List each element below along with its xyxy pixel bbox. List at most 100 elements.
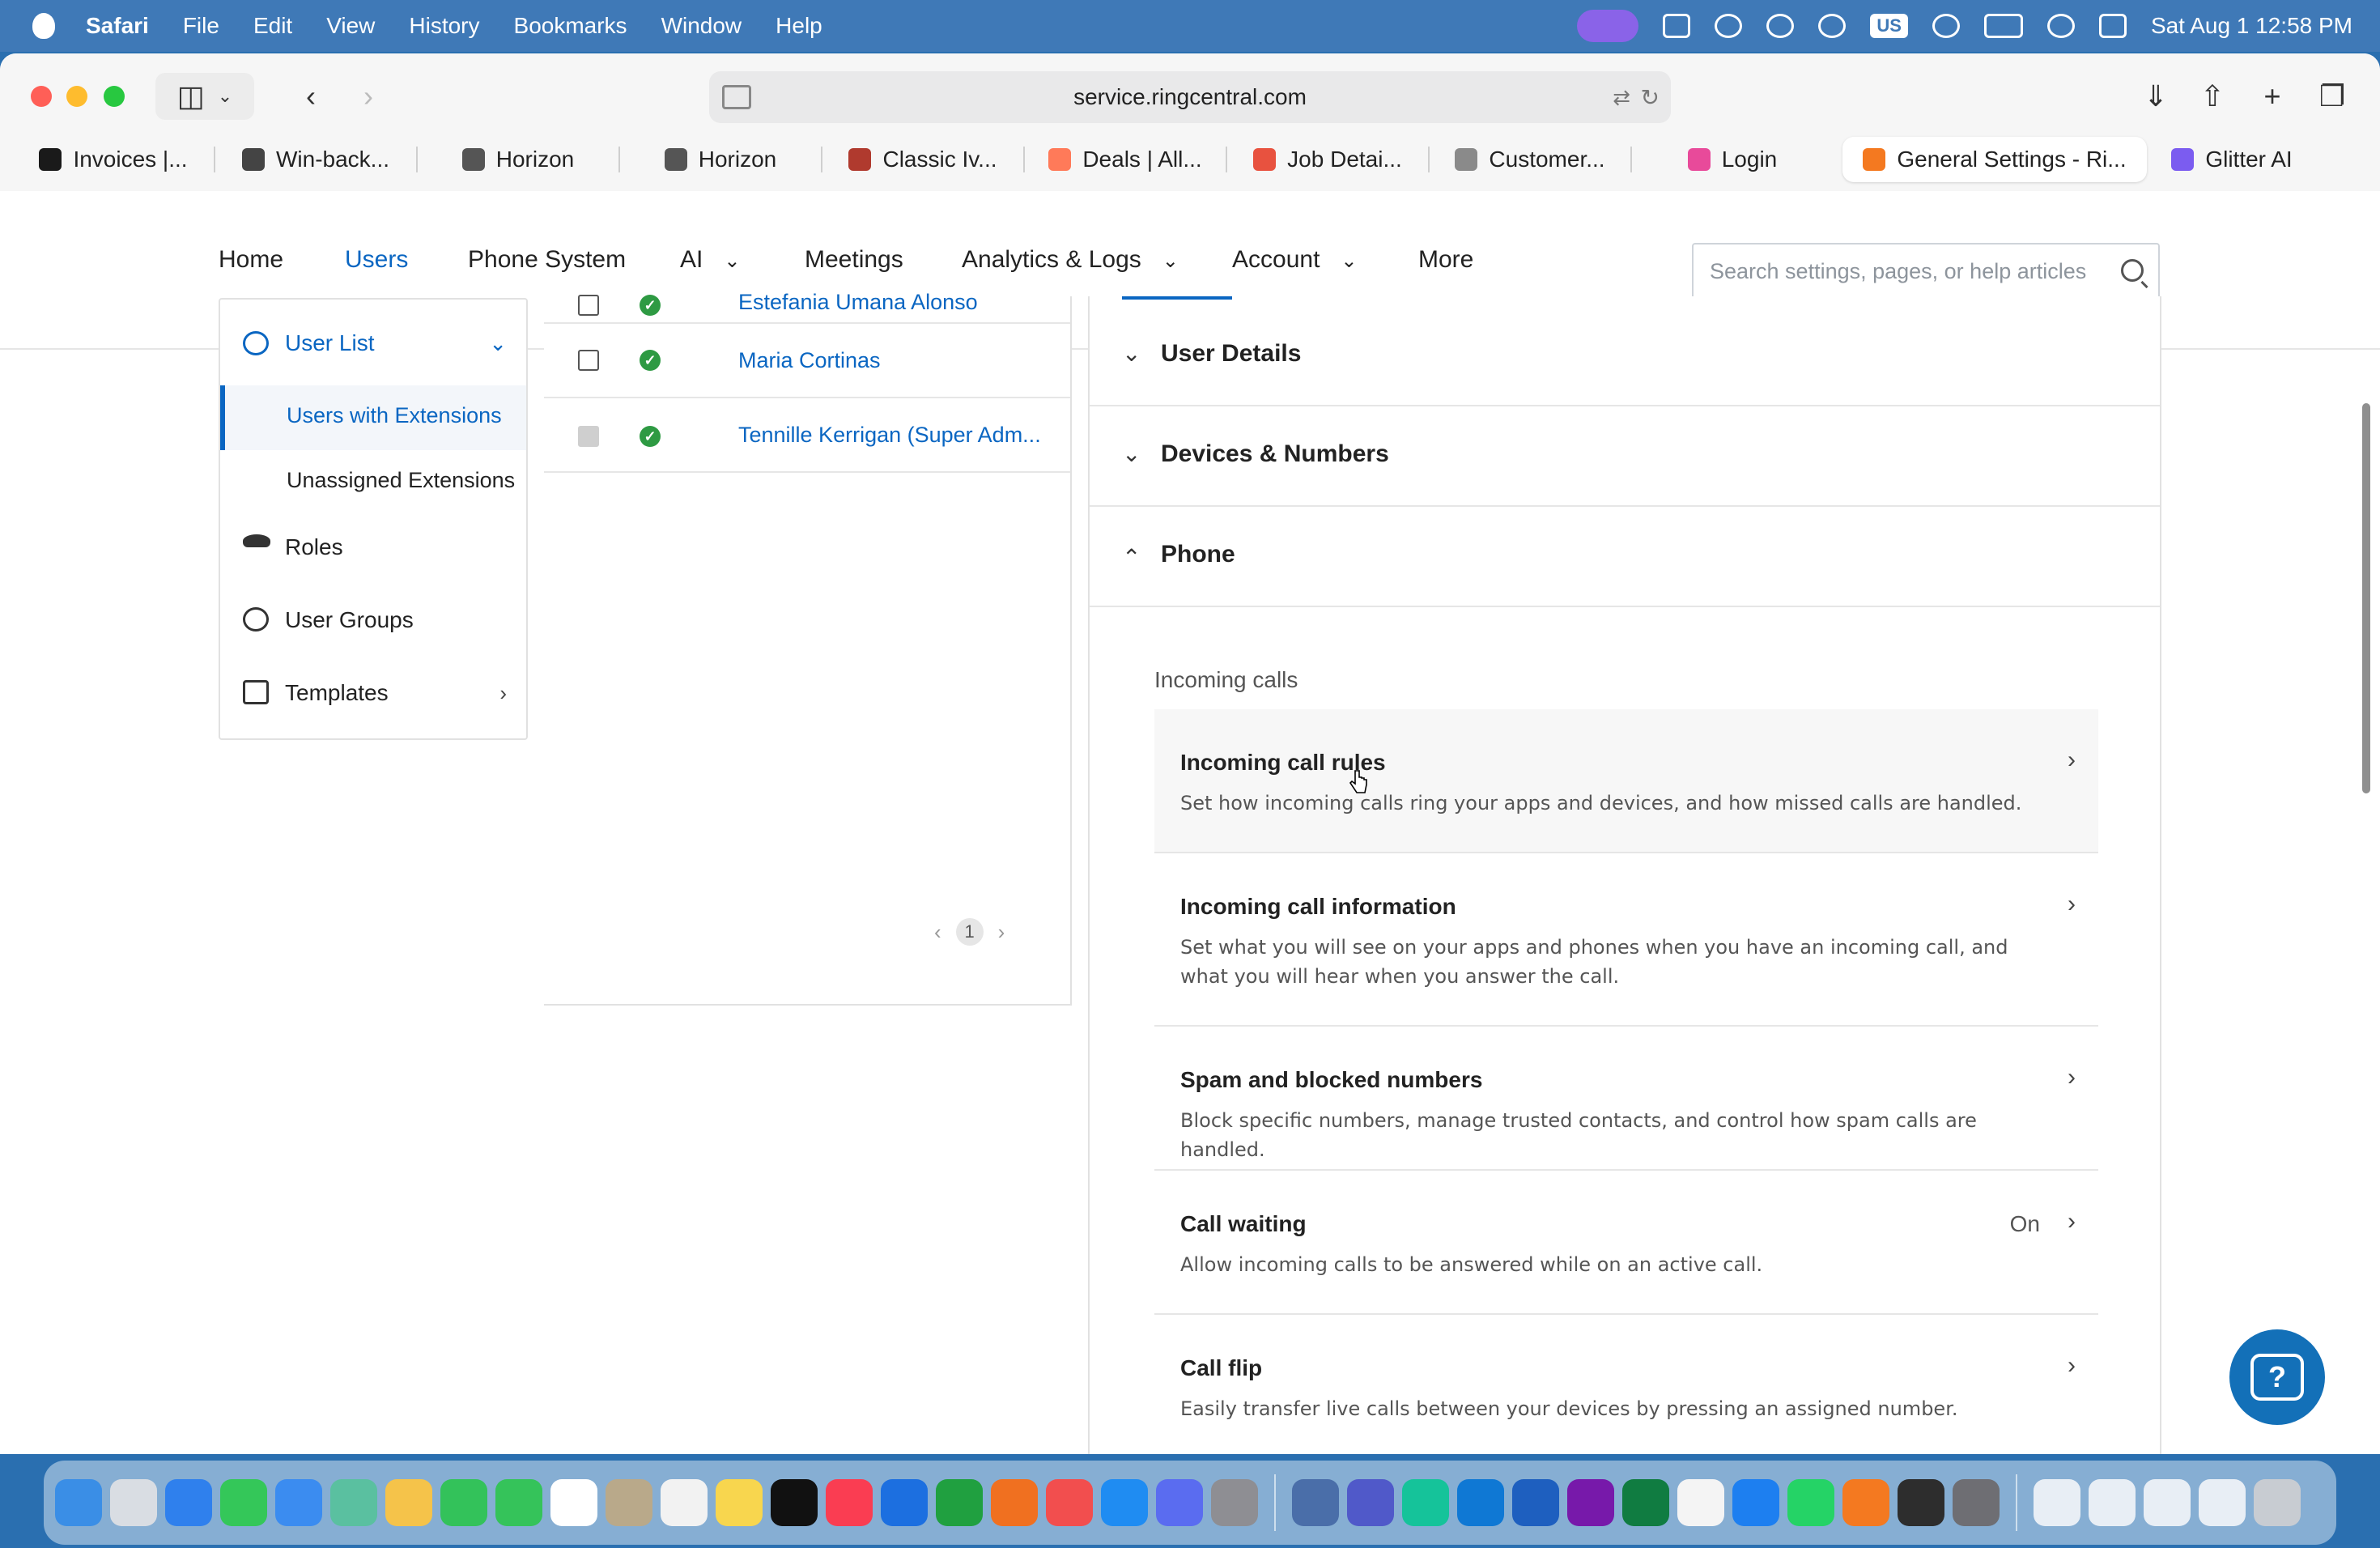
photos-icon[interactable] (385, 1479, 432, 1526)
user-name-link[interactable]: Maria Cortinas (738, 348, 1062, 373)
accordion-user-details[interactable]: ⌄ User Details (1090, 306, 2160, 406)
browser-tab-10[interactable]: Glitter AI (2147, 137, 2317, 182)
row-checkbox[interactable] (578, 350, 599, 371)
translate-icon[interactable]: ⇄ (1613, 85, 1630, 110)
onenote-icon[interactable] (1567, 1479, 1614, 1526)
browser-tab-3[interactable]: Horizon (620, 137, 821, 182)
menu-file[interactable]: File (183, 13, 219, 39)
nav-account[interactable]: Account ⌄ (1232, 246, 1358, 274)
pagination-page[interactable]: 1 (955, 918, 984, 946)
phone-icon[interactable] (495, 1479, 542, 1526)
downloads-button[interactable]: ⇓ (2132, 73, 2179, 120)
reminders-icon[interactable] (661, 1479, 708, 1526)
reload-icon[interactable]: ↻ (1641, 84, 1660, 111)
grammarly-icon[interactable] (1766, 14, 1795, 38)
nav-users[interactable]: Users (345, 246, 408, 274)
whatsapp-icon[interactable] (1787, 1479, 1834, 1526)
sidebar-toggle-button[interactable]: ◫ ⌄ (155, 73, 254, 120)
textedit-icon[interactable] (1677, 1479, 1724, 1526)
recent-window-icon[interactable] (2144, 1479, 2191, 1526)
contacts-icon[interactable] (606, 1479, 652, 1526)
side-menu-user-list[interactable]: User List ⌄ (220, 319, 526, 368)
calendar-icon[interactable] (550, 1479, 597, 1526)
documents-folder-icon[interactable] (2034, 1479, 2080, 1526)
zoom-window-button[interactable] (104, 86, 125, 107)
preview-icon[interactable] (1156, 1479, 1203, 1526)
pagination-prev-icon[interactable]: ‹ (934, 920, 941, 945)
pages-icon[interactable] (991, 1479, 1038, 1526)
finder-app-icon[interactable] (1292, 1479, 1339, 1526)
menu-app-name[interactable]: Safari (86, 13, 149, 39)
input-source-badge[interactable]: US (1870, 14, 1908, 38)
music-icon[interactable] (826, 1479, 873, 1526)
rocket-app-icon[interactable] (1046, 1479, 1093, 1526)
side-menu-templates[interactable]: Templates › (220, 669, 526, 717)
menu-help[interactable]: Help (776, 13, 822, 39)
tab-overview-button[interactable]: ❐ (2309, 73, 2356, 120)
share-button[interactable]: ⇧ (2189, 73, 2236, 120)
side-menu-users-with-extensions[interactable]: Users with Extensions (287, 403, 502, 428)
launchpad-icon[interactable] (110, 1479, 157, 1526)
page-scrollbar[interactable] (2362, 403, 2370, 793)
facetime-icon[interactable] (440, 1479, 487, 1526)
apple-logo-icon[interactable] (32, 13, 55, 39)
card-spam-blocked-numbers[interactable]: Spam and blocked numbers Block specific … (1154, 1027, 2098, 1171)
card-call-flip[interactable]: Call flip Easily transfer live calls bet… (1154, 1315, 2098, 1454)
extension-icon[interactable] (1663, 14, 1691, 38)
browser-tab-7[interactable]: Customer... (1430, 137, 1630, 182)
control-center-icon[interactable] (2098, 14, 2127, 38)
browser-tab-2[interactable]: Horizon (418, 137, 618, 182)
nav-home[interactable]: Home (219, 246, 283, 274)
word-icon[interactable] (1512, 1479, 1559, 1526)
menu-edit[interactable]: Edit (253, 13, 292, 39)
browser-tab-8[interactable]: Login (1632, 137, 1833, 182)
messages-icon[interactable] (220, 1479, 267, 1526)
grammarly-dock-icon[interactable] (1402, 1479, 1449, 1526)
user-name-link[interactable]: Estefania Umana Alonso (738, 290, 1062, 315)
menu-clock[interactable]: Sat Aug 1 12:58 PM (2151, 13, 2352, 39)
forward-button[interactable]: › (340, 73, 397, 120)
table-row[interactable]: ✓ Estefania Umana Alonso (544, 249, 1070, 324)
system-settings-icon[interactable] (1211, 1479, 1258, 1526)
card-incoming-call-information[interactable]: Incoming call information Set what you w… (1154, 853, 2098, 1027)
browser-tab-6[interactable]: Job Detai... (1227, 137, 1428, 182)
notes-icon[interactable] (716, 1479, 763, 1526)
numbers-icon[interactable] (936, 1479, 983, 1526)
trash-icon[interactable] (2254, 1479, 2301, 1526)
row-checkbox[interactable] (578, 295, 599, 316)
play-icon[interactable] (1818, 14, 1847, 38)
user-name-link[interactable]: Tennille Kerrigan (Super Adm... (738, 423, 1062, 448)
new-tab-button[interactable]: + (2249, 73, 2296, 120)
nav-more[interactable]: More (1418, 246, 1473, 274)
pagination-next-icon[interactable]: › (998, 920, 1005, 945)
apple-tv-icon[interactable] (771, 1479, 818, 1526)
spotlight-search-icon[interactable] (2046, 14, 2075, 38)
excel-icon[interactable] (1622, 1479, 1669, 1526)
close-window-button[interactable] (31, 86, 52, 107)
browser-tab-active[interactable]: General Settings - Ri... (1842, 137, 2147, 182)
table-row[interactable]: ✓ Maria Cortinas (544, 324, 1070, 398)
mail-icon[interactable] (275, 1479, 322, 1526)
browser-tab-1[interactable]: Win-back... (215, 137, 416, 182)
quicktime-icon[interactable] (1732, 1479, 1779, 1526)
address-bar[interactable]: service.ringcentral.com ⇄ ↻ (709, 71, 1671, 123)
teams-icon[interactable] (1347, 1479, 1394, 1526)
battery-icon[interactable] (1983, 14, 2023, 38)
keynote-icon[interactable] (881, 1479, 928, 1526)
downloads-folder-icon[interactable] (2089, 1479, 2136, 1526)
outlook-icon[interactable] (1457, 1479, 1504, 1526)
card-call-waiting[interactable]: Call waiting Allow incoming calls to be … (1154, 1171, 2098, 1315)
creative-app-icon[interactable] (1898, 1479, 1944, 1526)
browser-tab-5[interactable]: Deals | All... (1025, 137, 1226, 182)
side-menu-roles[interactable]: Roles (220, 523, 526, 572)
ai-assistant-icon[interactable] (1715, 14, 1743, 38)
menu-bookmarks[interactable]: Bookmarks (514, 13, 627, 39)
calculator-icon[interactable] (1953, 1479, 2000, 1526)
settings-search-input[interactable]: Search settings, pages, or help articles (1692, 243, 2160, 300)
site-settings-icon[interactable] (722, 85, 751, 109)
menu-window[interactable]: Window (661, 13, 742, 39)
search-icon[interactable] (2121, 259, 2144, 282)
menu-view[interactable]: View (326, 13, 375, 39)
safari-icon[interactable] (165, 1479, 212, 1526)
wifi-icon[interactable] (1932, 14, 1960, 38)
